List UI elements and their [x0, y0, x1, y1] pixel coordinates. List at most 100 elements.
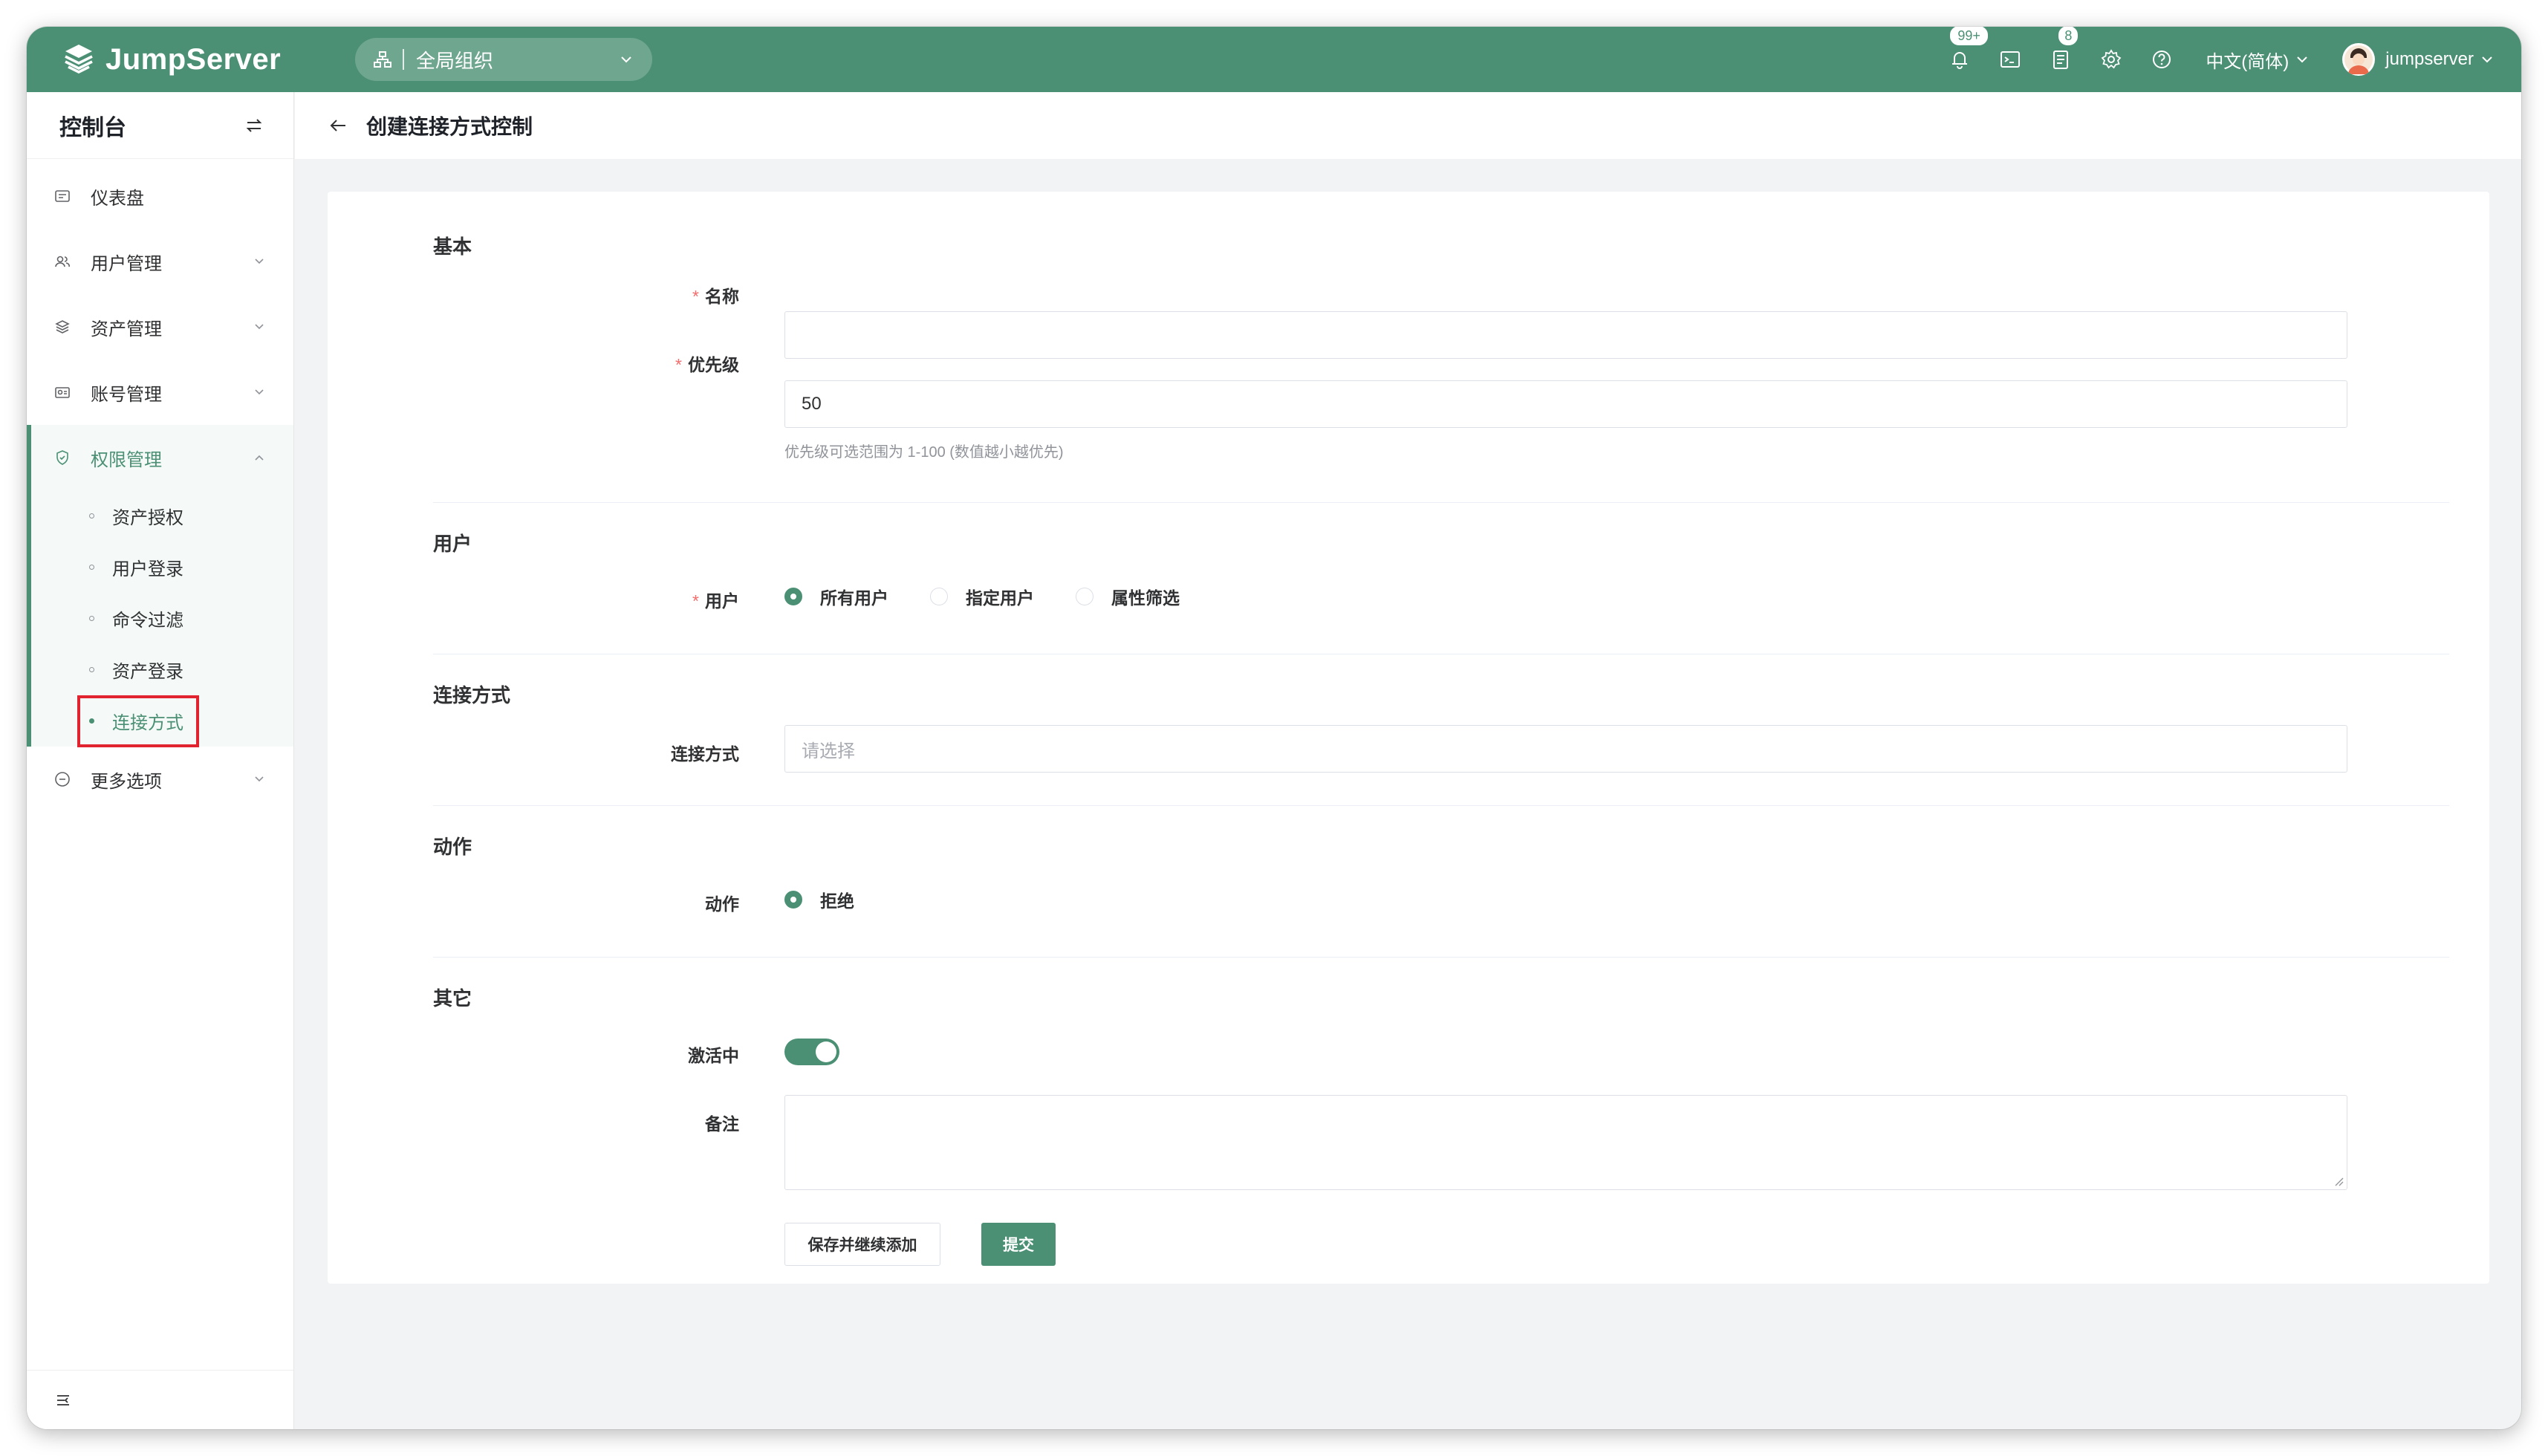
sidebar-subitem-command-filter[interactable]: 命令过滤 — [31, 593, 293, 644]
radio-all-users[interactable]: 所有用户 — [784, 584, 888, 609]
section-title-connect: 连接方式 — [433, 684, 511, 706]
assets-icon — [55, 320, 70, 334]
tickets-button[interactable]: 8 — [2048, 27, 2080, 72]
radio-checked-icon — [784, 891, 802, 909]
brand-name: JumpServer — [105, 42, 282, 76]
action-radio-group: 拒绝 — [784, 887, 896, 912]
toggle-knob — [816, 1041, 836, 1062]
required-mark: * — [692, 287, 699, 306]
bullet-icon — [89, 565, 94, 570]
sidebar-header: 控制台 — [27, 92, 293, 159]
sidebar-subitem-asset-login[interactable]: 资产登录 — [31, 644, 293, 695]
priority-label: * 优先级 — [675, 351, 739, 376]
sidebar-subitem-label: 命令过滤 — [112, 611, 183, 631]
chevron-up-icon — [255, 455, 264, 461]
switch-view-icon[interactable] — [244, 116, 264, 135]
dashboard-icon — [55, 190, 70, 202]
user-label: * 用户 — [692, 587, 739, 612]
section-title-basic: 基本 — [433, 235, 472, 258]
radio-label: 拒绝 — [820, 891, 854, 911]
chevron-down-icon — [2482, 56, 2492, 63]
sidebar-subitem-connect-method[interactable]: 连接方式 — [31, 695, 293, 747]
connect-method-select[interactable]: 请选择 — [784, 725, 2347, 773]
sidebar-subitem-label: 用户登录 — [112, 559, 183, 579]
chevron-down-icon — [255, 776, 264, 782]
sidebar-item-label: 账号管理 — [91, 384, 162, 405]
name-input[interactable] — [784, 311, 2347, 359]
sidebar-group-permissions: 权限管理 资产授权 用户登录 命令过滤 资产登录 连接方式 — [27, 425, 293, 747]
chevron-down-icon — [621, 56, 631, 63]
sidebar-item-assets[interactable]: 资产管理 — [27, 294, 293, 360]
notification-badge: 99+ — [1949, 27, 1989, 47]
bullet-icon — [89, 616, 94, 621]
radio-unchecked-icon — [930, 588, 948, 605]
comment-label: 备注 — [705, 1114, 739, 1134]
brand[interactable]: JumpServer — [61, 42, 313, 77]
back-arrow-icon[interactable] — [328, 115, 348, 136]
name-label: * 名称 — [692, 282, 739, 308]
gear-icon — [2101, 49, 2122, 69]
sidebar-item-label: 用户管理 — [91, 253, 162, 274]
sidebar-item-users[interactable]: 用户管理 — [27, 229, 293, 294]
radio-specific-users[interactable]: 指定用户 — [930, 584, 1034, 609]
language-label: 中文(简体) — [2206, 51, 2289, 72]
sidebar: 控制台 仪表盘 用户管理 资产管理 账号管理 权限管理 资产授权 用户登录 命令… — [27, 92, 294, 1429]
collapse-sidebar-icon[interactable] — [55, 1392, 71, 1408]
required-mark: * — [675, 355, 682, 374]
resize-grip-icon[interactable] — [2333, 1176, 2344, 1186]
comment-textarea[interactable] — [784, 1095, 2347, 1190]
save-and-continue-button[interactable]: 保存并继续添加 — [784, 1223, 940, 1266]
radio-reject[interactable]: 拒绝 — [784, 887, 854, 912]
sidebar-footer — [27, 1370, 293, 1429]
sidebar-subitem-user-login[interactable]: 用户登录 — [31, 542, 293, 593]
radio-label: 属性筛选 — [1111, 588, 1180, 608]
username: jumpserver — [2385, 49, 2474, 69]
priority-input[interactable]: 50 — [784, 380, 2347, 428]
section-divider — [433, 805, 2449, 806]
sidebar-item-more[interactable]: 更多选项 — [27, 747, 293, 812]
sidebar-item-label: 权限管理 — [91, 449, 162, 470]
bullet-icon — [89, 513, 94, 519]
app-window: JumpServer 全局组织 99+ 8 中文(简体) jumpserver … — [27, 27, 2521, 1429]
active-label: 激活中 — [688, 1046, 739, 1065]
section-title-action: 动作 — [433, 836, 472, 858]
chevron-down-icon — [2297, 56, 2308, 63]
bullet-icon — [89, 718, 94, 724]
radio-label: 指定用户 — [966, 588, 1034, 608]
sidebar-item-dashboard[interactable]: 仪表盘 — [27, 163, 293, 229]
radio-attribute-filter[interactable]: 属性筛选 — [1076, 584, 1180, 609]
org-selector[interactable]: 全局组织 — [355, 38, 652, 81]
radio-checked-icon — [784, 588, 802, 605]
section-title-other: 其它 — [433, 987, 472, 1010]
page-title: 创建连接方式控制 — [366, 115, 533, 138]
notifications-button[interactable]: 99+ — [1947, 27, 1989, 72]
action-label: 动作 — [705, 894, 739, 914]
org-label: 全局组织 — [416, 49, 494, 72]
bullet-icon — [89, 667, 94, 672]
web-terminal-button[interactable] — [1998, 47, 2023, 72]
help-icon — [2153, 51, 2171, 68]
user-menu[interactable]: jumpserver — [2342, 43, 2495, 76]
chevron-down-icon — [255, 389, 264, 395]
sidebar-subitem-asset-permission[interactable]: 资产授权 — [31, 490, 293, 542]
terminal-icon — [2001, 51, 2021, 68]
bell-icon — [1952, 52, 1968, 69]
sidebar-item-accounts[interactable]: 账号管理 — [27, 360, 293, 425]
section-title-user: 用户 — [433, 533, 472, 555]
accounts-icon — [55, 387, 70, 398]
active-toggle[interactable] — [784, 1039, 839, 1065]
top-right-tools: 99+ 8 中文(简体) jumpserver — [1922, 27, 2495, 92]
page-header: 创建连接方式控制 — [295, 92, 2521, 159]
sidebar-item-permissions[interactable]: 权限管理 — [31, 425, 293, 490]
connect-method-label: 连接方式 — [671, 744, 739, 764]
user-radio-group: 所有用户 指定用户 属性筛选 — [784, 584, 1221, 609]
submit-button[interactable]: 提交 — [981, 1223, 1056, 1266]
shield-icon — [56, 450, 68, 465]
help-button[interactable] — [2149, 47, 2174, 72]
language-selector[interactable]: 中文(简体) — [2206, 47, 2310, 73]
priority-hint: 优先级可选范围为 1-100 (数值越小越优先) — [784, 444, 1064, 461]
section-divider — [433, 957, 2449, 958]
settings-button[interactable] — [2099, 47, 2124, 72]
org-tree-icon — [374, 51, 391, 68]
user-avatar-icon — [2344, 45, 2373, 74]
